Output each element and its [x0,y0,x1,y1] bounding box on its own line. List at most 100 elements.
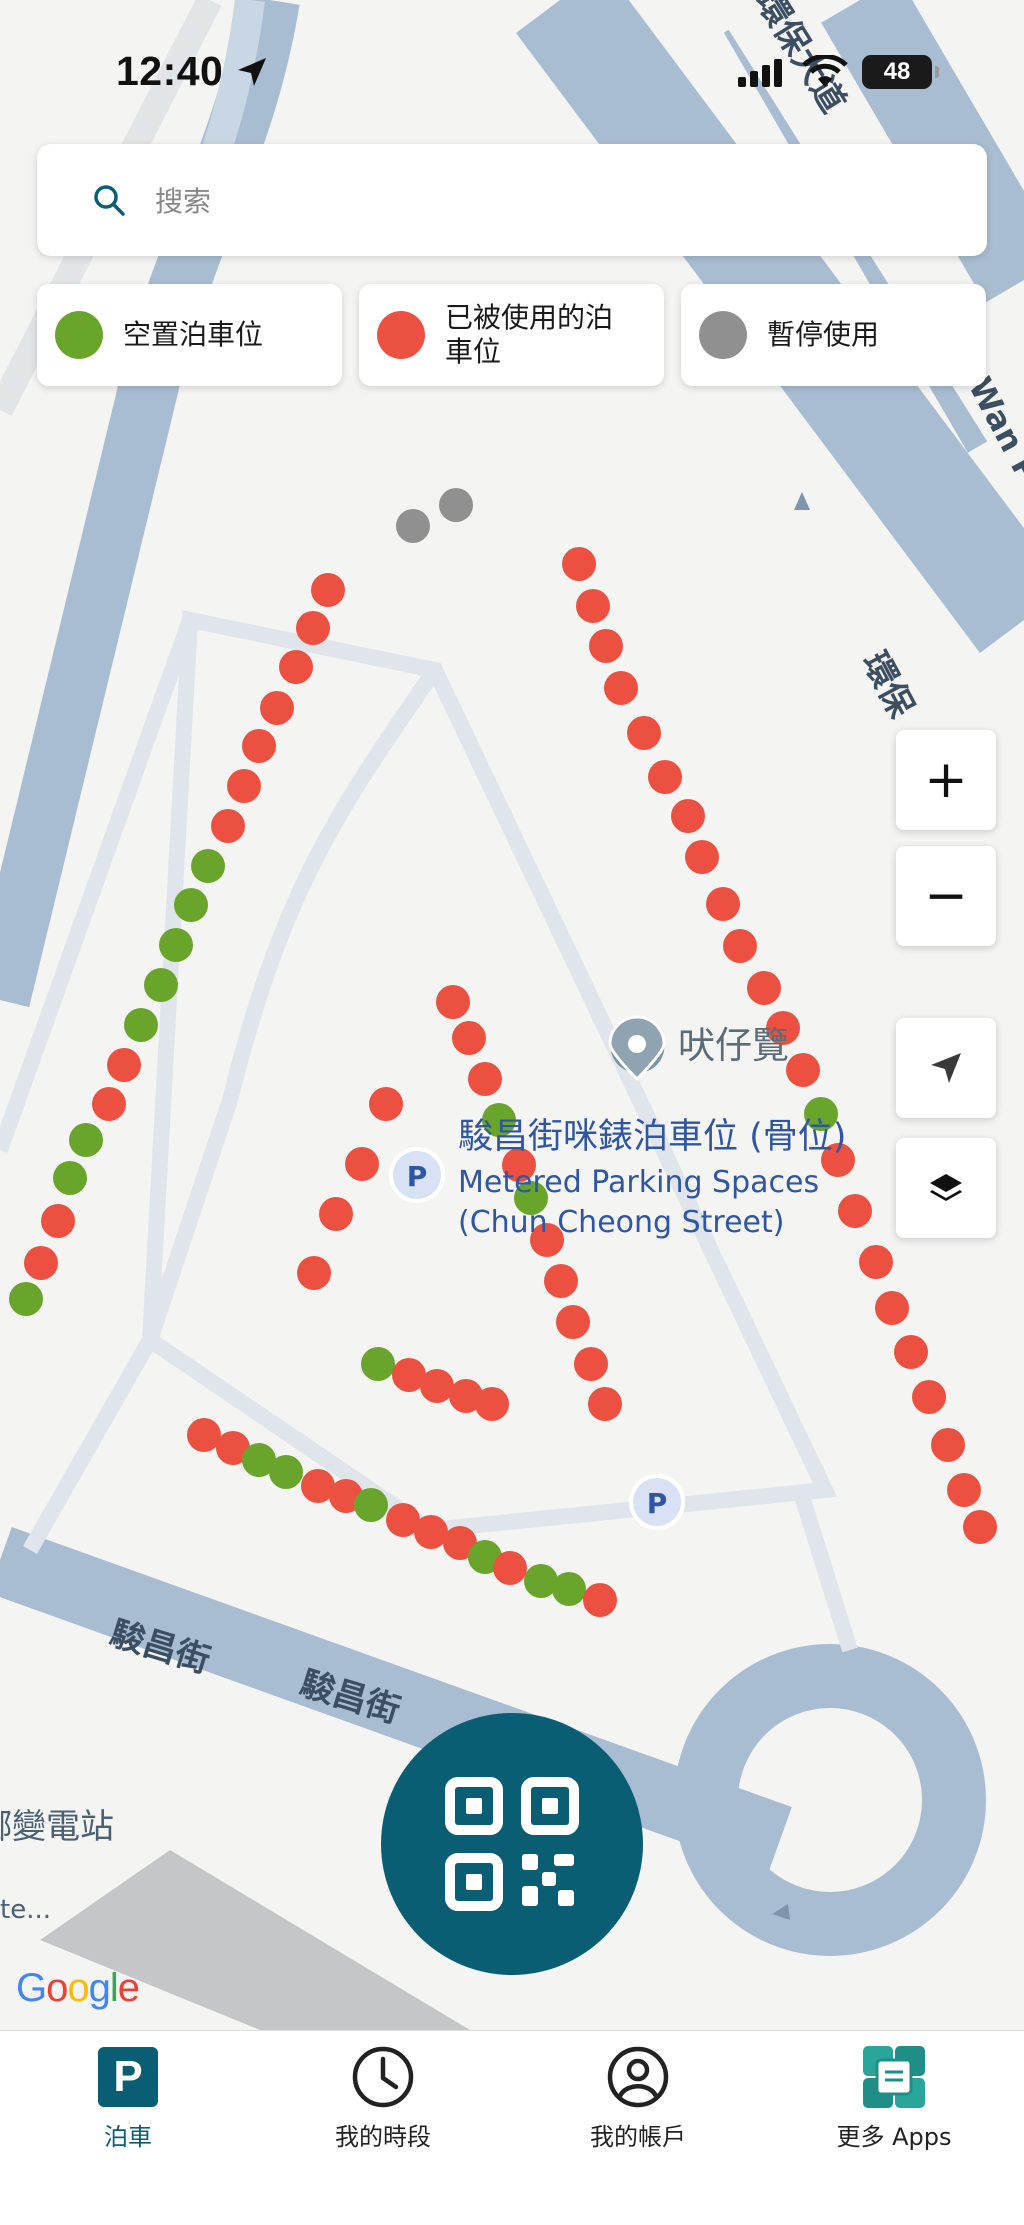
parking-space-suspended[interactable] [396,509,430,543]
parking-space-occupied[interactable] [345,1147,379,1181]
parking-space-available[interactable] [124,1008,158,1042]
navigation-arrow-icon [931,1053,961,1083]
wifi-icon [802,55,848,87]
parking-space-occupied[interactable] [576,589,610,623]
parking-space-occupied[interactable] [589,629,623,663]
parking-space-available[interactable] [269,1455,303,1489]
parking-space-occupied[interactable] [838,1194,872,1228]
parking-space-occupied[interactable] [604,671,638,705]
tab-label: 我的帳戶 [590,2123,686,2151]
parking-space-occupied[interactable] [41,1204,75,1238]
legend-label: 已被使用的泊車位 [445,301,614,368]
parking-p-icon: P [407,1160,428,1193]
parking-title-en: Metered Parking Spaces [458,1165,819,1200]
parking-space-available[interactable] [354,1488,388,1522]
parking-space-occupied[interactable] [311,573,345,607]
zoom-out-button[interactable]: − [896,846,996,946]
parking-space-occupied[interactable] [574,1347,608,1381]
parking-space-occupied[interactable] [685,840,719,874]
parking-space-occupied[interactable] [963,1510,997,1544]
parking-space-available[interactable] [552,1572,586,1606]
parking-space-occupied[interactable] [452,1021,486,1055]
parking-space-occupied[interactable] [931,1428,965,1462]
parking-space-occupied[interactable] [436,985,470,1019]
tab-parking[interactable]: P 泊車 [28,2041,228,2152]
parking-space-occupied[interactable] [468,1062,502,1096]
parking-space-occupied[interactable] [369,1087,403,1121]
tab-my-sessions[interactable]: 我的時段 [283,2041,483,2152]
parking-space-available[interactable] [69,1123,103,1157]
parking-space-occupied[interactable] [648,760,682,794]
parking-space-occupied[interactable] [786,1053,820,1087]
qr-scan-button[interactable] [381,1713,643,1975]
parking-marker[interactable]: P [389,1147,445,1203]
parking-space-available[interactable] [53,1161,87,1195]
parking-title-en: (Chun Cheong Street) [458,1205,784,1240]
parking-space-occupied[interactable] [947,1473,981,1507]
signal-icon [738,59,782,87]
search-input[interactable]: 搜索 [155,180,211,220]
parking-space-occupied[interactable] [894,1335,928,1369]
parking-space-occupied[interactable] [107,1048,141,1082]
parking-space-occupied[interactable] [544,1264,578,1298]
parking-space-occupied[interactable] [319,1197,353,1231]
parking-space-occupied[interactable] [242,729,276,763]
parking-space-occupied[interactable] [588,1387,622,1421]
parking-space-occupied[interactable] [747,971,781,1005]
parking-space-available[interactable] [191,849,225,883]
parking-space-available[interactable] [361,1347,395,1381]
status-time: 12:40 [116,48,224,94]
parking-p-icon: P [98,2047,158,2107]
parking-space-occupied[interactable] [187,1418,221,1452]
battery-indicator: 48 [862,55,939,89]
parking-space-occupied[interactable] [296,611,330,645]
parking-space-available[interactable] [9,1282,43,1316]
bottom-tab-bar: P 泊車 我的時段 我的帳戶 更多 Apps [0,2030,1024,2225]
available-dot [55,311,103,359]
parking-space-occupied[interactable] [420,1369,454,1403]
parking-space-occupied[interactable] [706,887,740,921]
my-location-button[interactable] [896,1018,996,1118]
parking-space-occupied[interactable] [92,1087,126,1121]
parking-space-available[interactable] [144,968,178,1002]
parking-space-occupied[interactable] [562,547,596,581]
parking-space-occupied[interactable] [671,799,705,833]
parking-space-occupied[interactable] [493,1551,527,1585]
legend-available: 空置泊車位 [37,284,342,386]
parking-space-occupied[interactable] [227,769,261,803]
poi-label: 吠仔覽 [678,1024,789,1067]
parking-space-occupied[interactable] [414,1515,448,1549]
google-logo: Google [16,1966,140,2010]
tab-my-account[interactable]: 我的帳戶 [538,2041,738,2152]
suspended-dot [699,311,747,359]
parking-space-occupied[interactable] [583,1583,617,1617]
tab-more-apps[interactable]: 更多 Apps [794,2041,994,2152]
parking-space-occupied[interactable] [627,716,661,750]
parking-space-occupied[interactable] [475,1387,509,1421]
search-icon [94,185,125,216]
substation-label: 鄉變電站 [0,1807,114,1847]
layers-icon [930,1174,962,1201]
zoom-in-button[interactable]: + [896,730,996,830]
location-pin-dot [628,1035,646,1053]
substation-label-en: te... [0,1895,51,1925]
parking-marker[interactable]: P [629,1474,685,1530]
status-indicators: 48 [738,55,939,89]
tab-label: 更多 Apps [836,2123,952,2151]
parking-space-occupied[interactable] [24,1246,58,1280]
parking-space-occupied[interactable] [556,1305,590,1339]
parking-space-occupied[interactable] [912,1380,946,1414]
parking-space-suspended[interactable] [439,488,473,522]
parking-space-occupied[interactable] [859,1245,893,1279]
parking-space-occupied[interactable] [279,650,313,684]
parking-space-occupied[interactable] [297,1256,331,1290]
parking-space-available[interactable] [159,928,193,962]
parking-space-available[interactable] [174,888,208,922]
map-layers-button[interactable] [896,1138,996,1238]
search-bar[interactable]: 搜索 [37,144,987,256]
parking-space-occupied[interactable] [723,929,757,963]
location-arrow-icon [238,58,266,86]
parking-space-occupied[interactable] [875,1291,909,1325]
parking-space-occupied[interactable] [211,809,245,843]
parking-space-occupied[interactable] [260,691,294,725]
